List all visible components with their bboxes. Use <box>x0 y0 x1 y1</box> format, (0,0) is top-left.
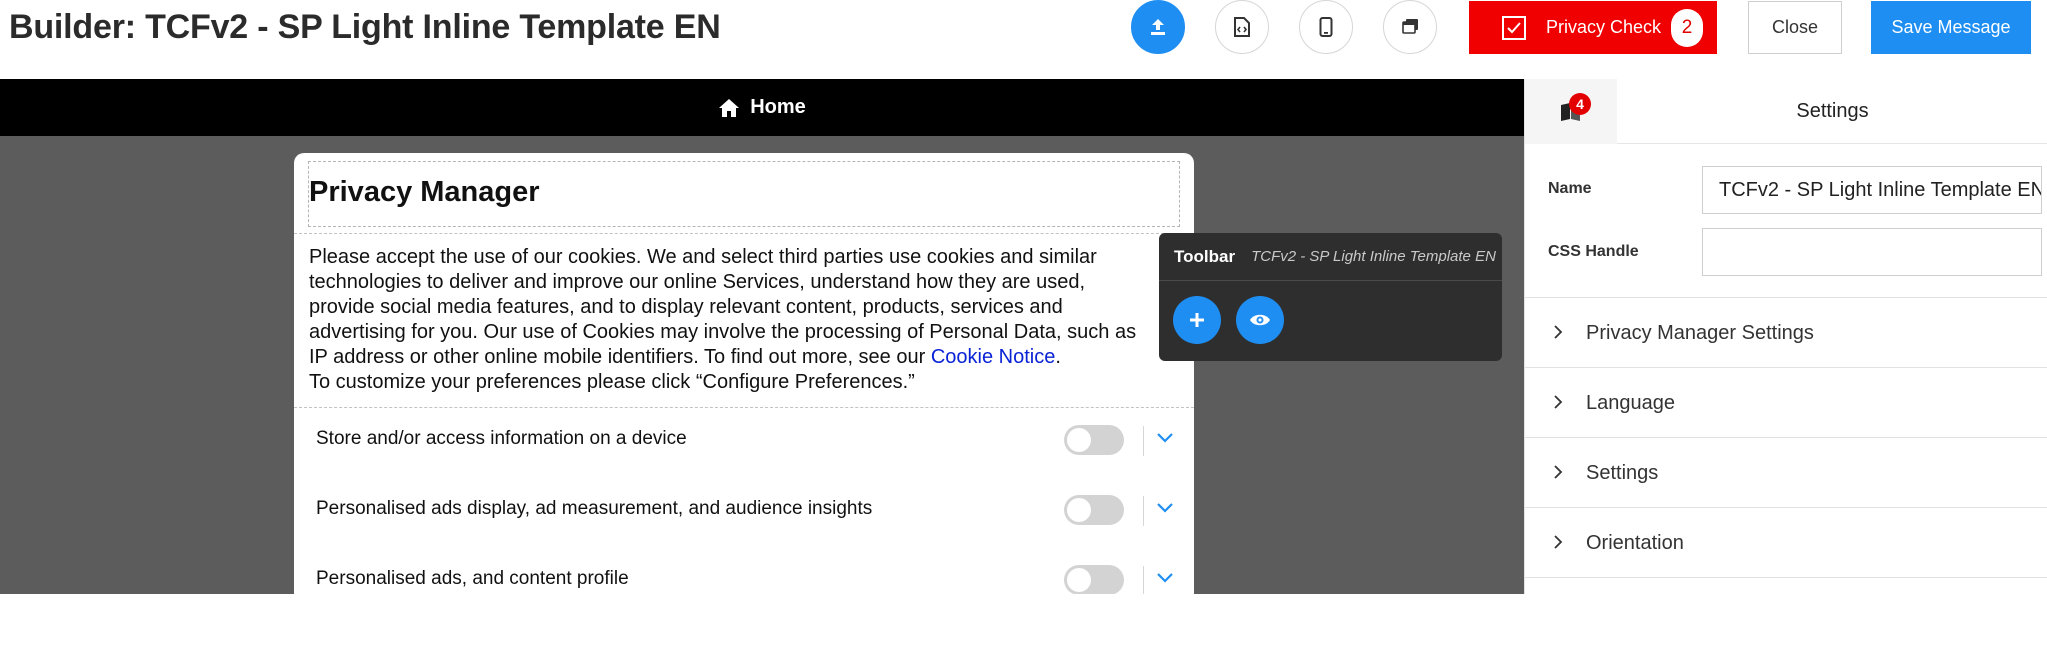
tab-settings[interactable]: Settings <box>1617 79 2047 144</box>
divider <box>1143 496 1144 526</box>
code-file-icon <box>1234 17 1250 37</box>
accordion-label: Language <box>1586 392 1675 414</box>
upload-button[interactable] <box>1131 0 1185 54</box>
home-nav-bar[interactable]: Home <box>0 79 1524 136</box>
toggle-knob <box>1067 498 1091 522</box>
body-line: advertising for you. Our use of Cookies … <box>309 321 1137 343</box>
builder-canvas: Home Privacy Manager Please accept the u… <box>0 79 1524 594</box>
toggle-knob <box>1067 428 1091 452</box>
accordion-label: Privacy Manager Settings <box>1586 322 1814 344</box>
name-field-label: Name <box>1548 180 1592 197</box>
privacy-manager-message[interactable]: Privacy Manager Please accept the use of… <box>294 153 1194 594</box>
purpose-toggle[interactable] <box>1064 425 1124 455</box>
body-line: To customize your preferences please cli… <box>309 371 915 393</box>
close-button[interactable]: Close <box>1748 1 1842 54</box>
divider <box>294 407 1194 408</box>
toggle-knob <box>1067 568 1091 592</box>
accordion-orientation[interactable]: Orientation <box>1525 507 2047 577</box>
accordion-settings[interactable]: Settings <box>1525 437 2047 507</box>
builder-header: Builder: TCFv2 - SP Light Inline Templat… <box>0 0 2047 79</box>
body-line: provide social media features, and to di… <box>309 296 1063 318</box>
page-title: Builder: TCFv2 - SP Light Inline Templat… <box>9 8 721 46</box>
body-line: IP address or other online mobile identi… <box>309 345 1179 370</box>
chevron-right-icon <box>1554 325 1563 339</box>
settings-panel: 4 Settings Name TCFv2 - SP Light Inline … <box>1524 79 2047 594</box>
privacy-check-label: Privacy Check <box>1546 17 1662 37</box>
toolbar-header: Toolbar TCFv2 - SP Light Inline Template… <box>1159 233 1502 281</box>
toolbar-name: Toolbar <box>1174 246 1236 266</box>
plus-icon <box>1190 313 1204 327</box>
purpose-row[interactable]: Store and/or access information on a dev… <box>294 410 1194 470</box>
purpose-row[interactable]: Personalised ads, and content profile <box>294 550 1194 594</box>
divider <box>294 233 1194 234</box>
accordion-language[interactable]: Language <box>1525 367 2047 437</box>
mobile-icon <box>1319 17 1333 37</box>
css-handle-label: CSS Handle <box>1548 243 1639 260</box>
privacy-check-count-badge: 2 <box>1671 8 1704 47</box>
divider <box>1143 426 1144 456</box>
chevron-right-icon <box>1554 535 1563 549</box>
css-handle-input[interactable] <box>1702 228 2042 276</box>
layers-icon <box>1402 19 1418 34</box>
body-line: Please accept the use of our cookies. We… <box>309 246 1097 268</box>
panel-tabs: 4 Settings <box>1525 79 2047 144</box>
home-nav-label: Home <box>750 96 806 118</box>
privacy-manager-body[interactable]: Please accept the use of our cookies. We… <box>309 245 1179 395</box>
body-text: . <box>1055 346 1061 368</box>
upload-icon <box>1151 19 1165 35</box>
chevron-down-icon[interactable] <box>1156 502 1174 514</box>
save-message-button[interactable]: Save Message <box>1871 1 2031 54</box>
home-icon <box>719 98 740 117</box>
purpose-label: Store and/or access information on a dev… <box>316 428 687 449</box>
layers-button[interactable] <box>1383 0 1437 54</box>
chevron-right-icon <box>1554 395 1563 409</box>
chevron-down-icon[interactable] <box>1156 572 1174 584</box>
name-input[interactable]: TCFv2 - SP Light Inline Template EN <box>1702 166 2042 214</box>
preview-button[interactable] <box>1236 296 1284 344</box>
body-text: IP address or other online mobile identi… <box>309 346 931 368</box>
accordion-label: Orientation <box>1586 532 1684 554</box>
floating-toolbar[interactable]: Toolbar TCFv2 - SP Light Inline Template… <box>1159 233 1502 361</box>
accordion-divider <box>1525 577 2047 647</box>
add-component-button[interactable] <box>1173 296 1221 344</box>
accordion-privacy-manager-settings[interactable]: Privacy Manager Settings <box>1525 297 2047 367</box>
code-file-button[interactable] <box>1215 0 1269 54</box>
purpose-toggle[interactable] <box>1064 495 1124 525</box>
privacy-check-button[interactable]: Privacy Check 2 <box>1469 1 1717 54</box>
mobile-preview-button[interactable] <box>1299 0 1353 54</box>
issues-count-badge: 4 <box>1569 93 1591 115</box>
chevron-right-icon <box>1554 465 1563 479</box>
privacy-manager-title: Privacy Manager <box>309 176 540 208</box>
toolbar-subtitle: TCFv2 - SP Light Inline Template EN <box>1251 248 1496 265</box>
purpose-row[interactable]: Personalised ads display, ad measurement… <box>294 480 1194 540</box>
eye-icon <box>1250 314 1270 326</box>
privacy-check-tab[interactable]: 4 <box>1525 79 1617 144</box>
body-line: technologies to deliver and improve our … <box>309 271 1086 293</box>
purpose-label: Personalised ads, and content profile <box>316 568 629 589</box>
cookie-notice-link[interactable]: Cookie Notice <box>931 346 1056 368</box>
checkbox-icon <box>1502 15 1526 40</box>
purpose-label: Personalised ads display, ad measurement… <box>316 498 873 519</box>
purpose-toggle[interactable] <box>1064 565 1124 594</box>
chevron-down-icon[interactable] <box>1156 432 1174 444</box>
title-block[interactable]: Privacy Manager <box>308 161 1180 227</box>
accordion-label: Settings <box>1586 462 1659 484</box>
divider <box>1143 566 1144 594</box>
